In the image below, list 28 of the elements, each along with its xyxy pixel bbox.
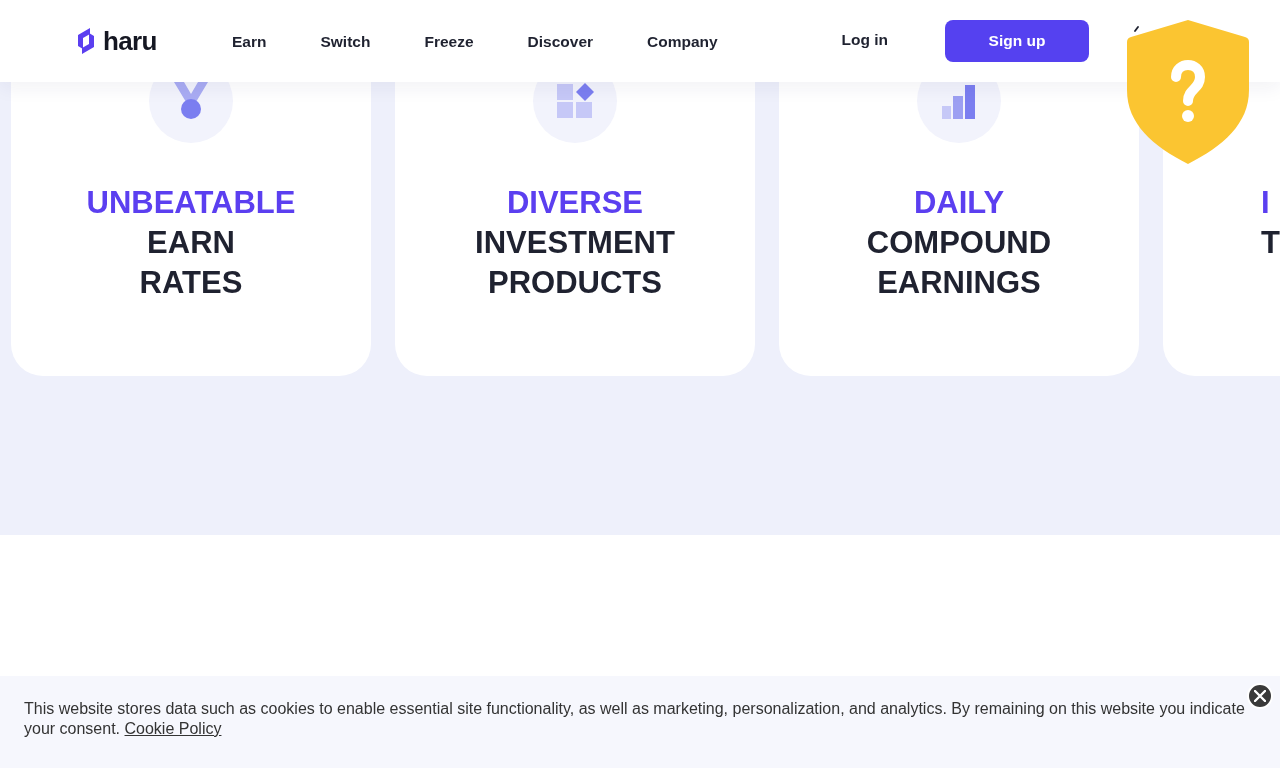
logo-icon[interactable] — [75, 26, 97, 56]
nav-link[interactable]: Company — [647, 30, 718, 54]
nav-link[interactable]: Earn — [232, 30, 267, 54]
medal-icon — [149, 82, 233, 143]
feature-title: INVESTMENT — [475, 224, 675, 262]
cookie-notice: This website stores data such as cookies to enable essential site functionality, as well as marketing, personalization, and analytics. By remaining on this website you indicate your consent. Cookie Policy — [24, 699, 1246, 739]
feature-title: DAILY — [913, 184, 1005, 222]
close-icon — [1254, 690, 1266, 702]
feature-title: EARN — [147, 224, 235, 262]
feature-title: I — [1261, 184, 1270, 222]
login-link[interactable]: Log in — [841, 28, 888, 52]
nav-link[interactable]: Freeze — [424, 30, 474, 54]
nav-link[interactable]: Switch — [320, 30, 371, 54]
feature-title: PRODUCTS — [488, 264, 662, 302]
cookie-policy-link[interactable]: Cookie Policy — [124, 720, 222, 737]
nav-link[interactable]: Discover — [527, 30, 594, 54]
close-button[interactable] — [1247, 683, 1273, 709]
logo-wordmark[interactable]: haru — [103, 28, 157, 54]
feature-title: COMPOUND — [866, 224, 1052, 262]
feature-title: T — [1261, 224, 1280, 262]
bar-chart-icon — [917, 82, 1001, 143]
chevron-icon[interactable] — [1134, 26, 1139, 33]
signup-button[interactable]: Sign up — [945, 20, 1089, 62]
feature-title: UNBEATABLE — [86, 184, 296, 222]
feature-title: DIVERSE — [506, 184, 644, 222]
feature-title: EARNINGS — [877, 264, 1041, 302]
feature-title: RATES — [139, 264, 243, 302]
grid-icon — [533, 82, 617, 143]
